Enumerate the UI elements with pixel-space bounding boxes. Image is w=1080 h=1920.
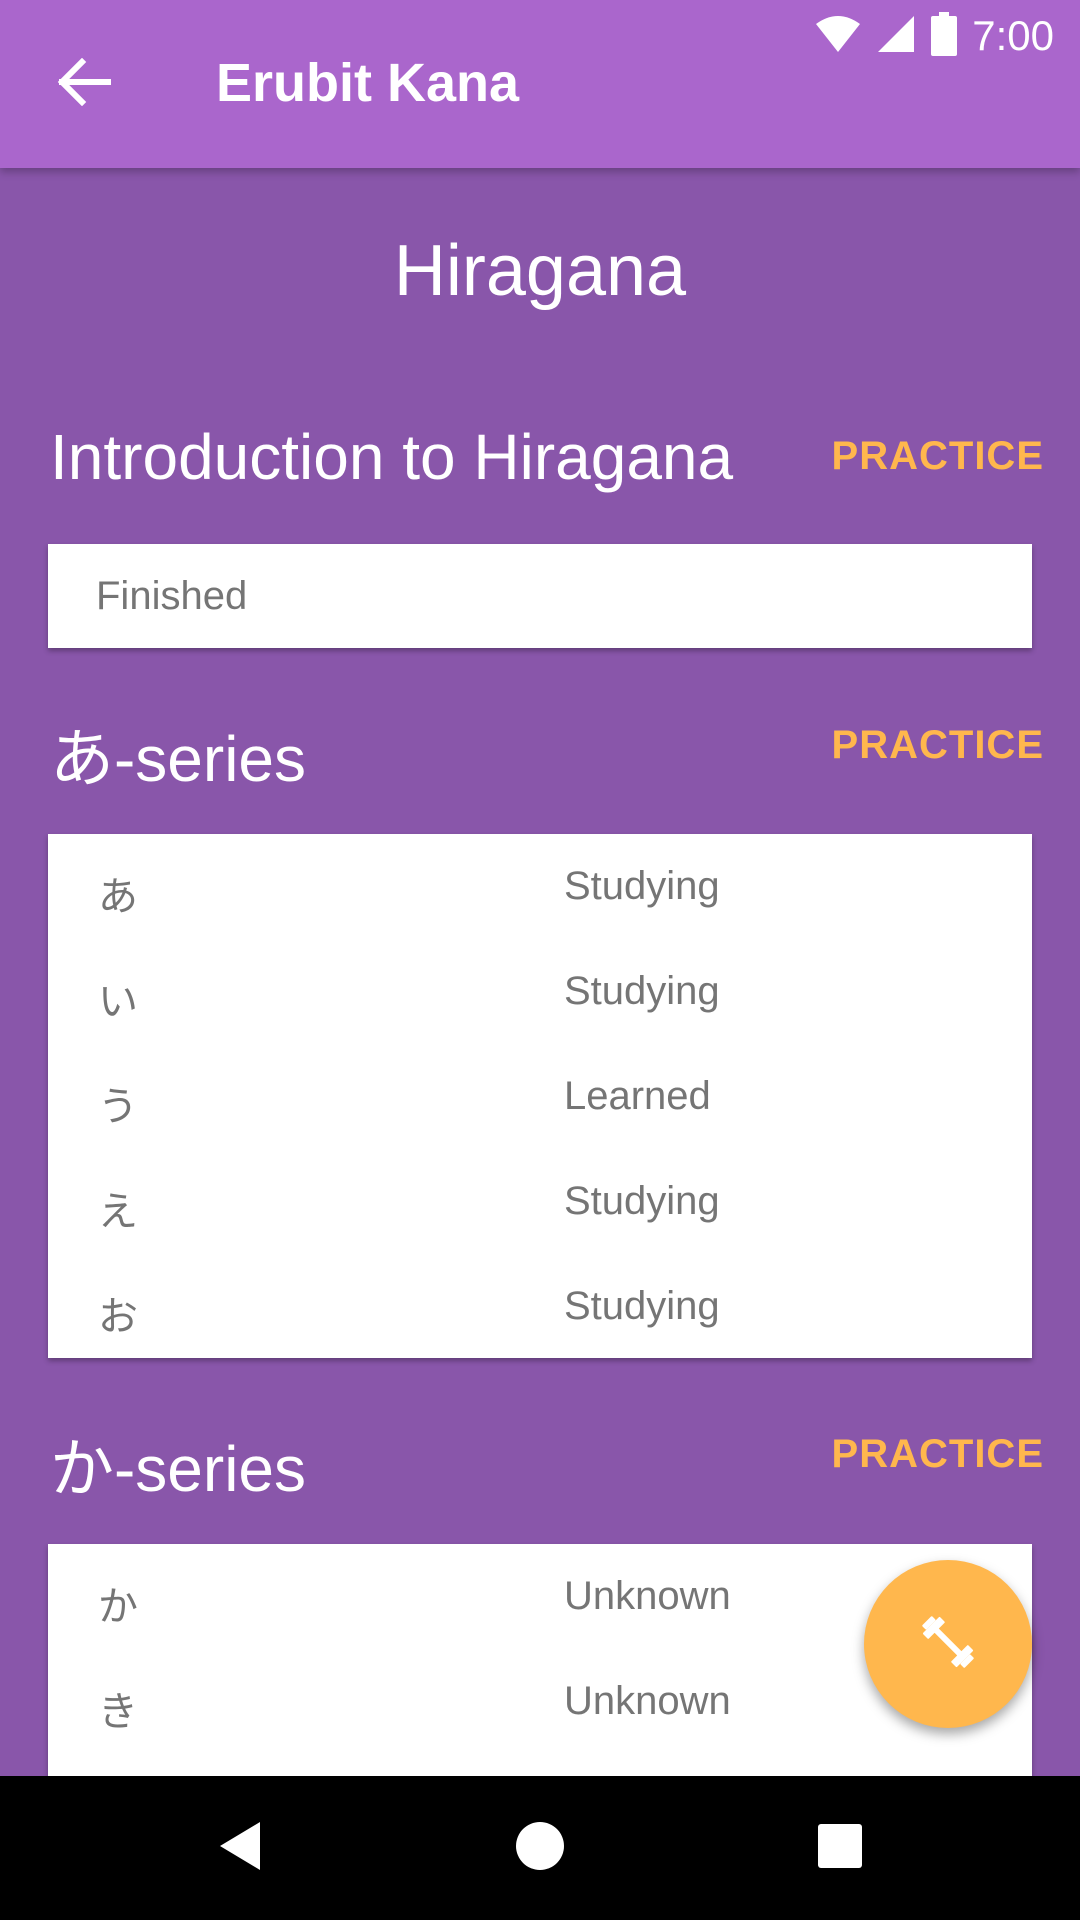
battery-icon — [930, 12, 958, 60]
section-summary-status: Finished — [96, 574, 248, 618]
kana-status: Unknown — [564, 1574, 731, 1618]
wifi-icon — [814, 14, 862, 58]
section-summary-card[interactable]: Finished — [48, 544, 1032, 648]
kana-status: Studying — [564, 1284, 720, 1328]
practice-button-introduction[interactable]: PRACTICE — [832, 434, 1044, 479]
kana-character: え — [98, 1190, 138, 1234]
kana-status: Learned — [564, 1074, 711, 1118]
kana-list-a-series: あ Studying い Studying う Learned え Studyi… — [48, 834, 1032, 1358]
kana-character: き — [98, 1690, 138, 1734]
back-button[interactable] — [44, 44, 124, 124]
kana-character: か — [98, 1585, 138, 1629]
kana-character: い — [98, 980, 138, 1024]
kana-status: Studying — [564, 864, 720, 908]
app-title: Erubit Kana — [216, 53, 520, 113]
navigation-bar — [0, 1776, 1080, 1920]
status-time: 7:00 — [972, 12, 1054, 59]
section-title-ka-series: か-series — [50, 1433, 307, 1505]
section-title-a-series: あ-series — [50, 723, 307, 795]
kana-status: Studying — [564, 1179, 720, 1223]
kana-status: Studying — [564, 969, 720, 1013]
status-bar: 7:00 — [814, 12, 1054, 60]
nav-home-button[interactable] — [504, 1812, 576, 1884]
screen: 7:00 Erubit Kana Hiragana Introduction t… — [0, 0, 1080, 1920]
kana-character: あ — [98, 875, 138, 919]
kana-status: Unknown — [564, 1679, 731, 1723]
kana-character: お — [98, 1295, 138, 1339]
arrow-left-icon — [56, 57, 112, 110]
recents-square-icon — [817, 1823, 863, 1873]
page-title: Hiragana — [393, 231, 687, 311]
practice-all-fab[interactable] — [864, 1560, 1032, 1728]
nav-back-button[interactable] — [204, 1812, 276, 1884]
back-triangle-icon — [216, 1820, 264, 1876]
section-title-introduction: Introduction to Hiragana — [50, 421, 734, 493]
list-item[interactable]: え Studying — [48, 1149, 1032, 1254]
nav-recents-button[interactable] — [804, 1812, 876, 1884]
list-item[interactable]: い Studying — [48, 939, 1032, 1044]
signal-icon — [876, 14, 916, 58]
list-item[interactable]: う Learned — [48, 1044, 1032, 1149]
home-circle-icon — [515, 1821, 565, 1875]
practice-button-a-series[interactable]: PRACTICE — [832, 723, 1044, 768]
dumbbell-icon — [916, 1610, 980, 1678]
list-item[interactable]: お Studying — [48, 1254, 1032, 1359]
kana-character: う — [98, 1085, 138, 1129]
list-item[interactable]: あ Studying — [48, 834, 1032, 939]
practice-button-ka-series[interactable]: PRACTICE — [832, 1432, 1044, 1477]
content-scroll[interactable]: Hiragana Introduction to Hiragana PRACTI… — [0, 168, 1080, 1776]
app-bar: 7:00 Erubit Kana — [0, 0, 1080, 168]
